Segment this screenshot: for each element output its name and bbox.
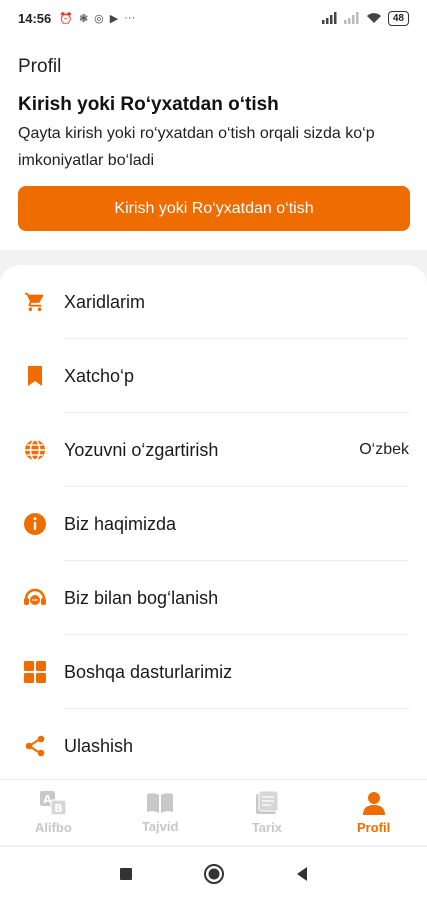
nav-tab-label: Alifbo (34, 820, 72, 835)
page-title: Profil (18, 56, 62, 77)
menu-item-other-apps[interactable]: Boshqa dasturlarimiz (0, 635, 427, 709)
menu-item-label: Xatcho‘p (64, 365, 135, 386)
bookmark-icon (22, 363, 48, 389)
status-time: 14:56 (18, 10, 52, 26)
back-triangle-icon[interactable] (295, 866, 309, 882)
info-icon (22, 511, 48, 537)
apps-grid-icon (22, 659, 48, 685)
history-book-icon (255, 790, 279, 814)
profile-header: Profil Kirish yoki Ro‘yxatdan o‘tish Qay… (0, 36, 427, 250)
menu-item-share[interactable]: Ulashish (0, 709, 427, 779)
fan-icon: ❃ (78, 12, 89, 25)
menu-item-change-script[interactable]: Yozuvni o‘zgartirish O‘zbek (0, 413, 427, 487)
nav-tab-label: Tarix (251, 820, 282, 835)
person-icon (362, 792, 385, 815)
menu-item-purchases[interactable]: Xaridlarim (0, 265, 427, 339)
notification-icons: ⏰ ❃ ◎ ▶ ··· (59, 12, 135, 25)
menu-item-label: Biz bilan bog‘lanish (64, 587, 219, 608)
alphabet-icon: AB (40, 791, 67, 816)
menu-item-label: Boshqa dasturlarimiz (64, 661, 233, 682)
system-navigation-bar (0, 846, 427, 900)
menu-item-label: Ulashish (64, 735, 134, 756)
menu-item-bookmarks[interactable]: Xatcho‘p (0, 339, 427, 413)
nav-tab-profil[interactable]: Profil (320, 780, 427, 845)
share-icon (22, 733, 48, 759)
bottom-navigation: AB Alifbo Tajvid Tarix Profil (0, 779, 427, 845)
globe-icon (22, 437, 48, 463)
home-circle-icon[interactable] (203, 863, 225, 885)
nav-tab-label: Tajvid (141, 819, 179, 834)
battery-indicator: 48 (387, 10, 409, 26)
login-heading: Kirish yoki Ro‘yxatdan o‘tish (18, 94, 279, 115)
signal-icon (321, 12, 337, 24)
svg-text:B: B (55, 802, 63, 815)
target-icon: ◎ (94, 12, 104, 25)
video-icon: ▶ (109, 12, 119, 25)
menu-item-about-us[interactable]: Biz haqimizda (0, 487, 427, 561)
wifi-icon (366, 13, 381, 23)
login-register-button[interactable]: Kirish yoki Ro‘yxatdan o‘tish (18, 186, 410, 231)
menu-item-contact-us[interactable]: Biz bilan bog‘lanish (0, 561, 427, 635)
recents-square-icon[interactable] (119, 867, 133, 881)
menu-item-label: Xaridlarim (64, 291, 146, 312)
signal-2-icon (343, 12, 359, 24)
nav-tab-alifbo[interactable]: AB Alifbo (0, 780, 107, 845)
alarm-icon: ⏰ (59, 12, 73, 25)
status-bar: 14:56 ⏰ ❃ ◎ ▶ ··· 48 (0, 0, 427, 36)
nav-tab-label: Profil (357, 820, 391, 835)
current-script-value: O‘zbek (359, 441, 409, 458)
support-icon (22, 585, 48, 611)
login-description: Qayta kirish yoki ro‘yxatdan o‘tish orqa… (18, 125, 375, 169)
menu-item-label: Yozuvni o‘zgartirish (64, 439, 219, 460)
cart-icon (22, 289, 48, 315)
book-icon (147, 793, 174, 813)
nav-tab-tajvid[interactable]: Tajvid (107, 780, 214, 845)
more-dots-icon: ··· (124, 12, 136, 24)
profile-menu: Xaridlarim Xatcho‘p Yozuvni o‘zgartirish… (0, 265, 427, 779)
menu-item-label: Biz haqimizda (64, 513, 177, 534)
nav-tab-tarix[interactable]: Tarix (214, 780, 321, 845)
